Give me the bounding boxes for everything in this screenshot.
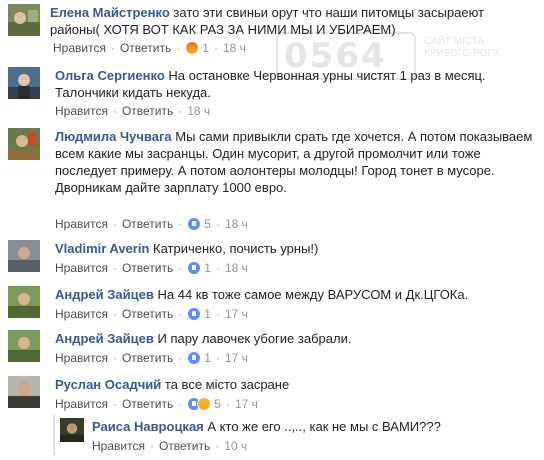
avatar[interactable] <box>8 286 40 318</box>
like-icon[interactable] <box>187 351 202 365</box>
comment-text: А кто же его ..,.., как не мы с ВАМИ??? <box>207 419 441 434</box>
timestamp[interactable]: 18 ч <box>187 104 210 118</box>
separator: · <box>213 41 218 55</box>
reply-button[interactable]: Ответить <box>122 307 173 321</box>
like-button[interactable]: Нравится <box>53 41 106 55</box>
reaction-count[interactable]: 5 <box>204 217 211 231</box>
separator: · <box>149 439 154 453</box>
comment-author[interactable]: Ольга Сергиенко <box>55 68 165 83</box>
separator: · <box>215 307 220 321</box>
comment-text: И пару лавочек убогие забрали. <box>157 331 352 346</box>
timestamp[interactable]: 17 ч <box>235 397 258 411</box>
comment-author[interactable]: Андрей Зайцев <box>55 331 154 346</box>
sad-icon[interactable] <box>197 397 212 411</box>
separator: · <box>178 397 183 411</box>
reaction-count[interactable]: 5 <box>214 397 221 411</box>
reply-thread-line <box>53 415 55 455</box>
separator: · <box>112 351 117 365</box>
comment-actions: Нравится · Ответить · 5 · 17 ч <box>55 396 258 412</box>
separator: · <box>112 104 117 118</box>
like-icon[interactable] <box>187 217 202 231</box>
comment-text: На 44 кв тоже самое между ВАРУСОМ и Дк.Ц… <box>157 287 469 302</box>
timestamp[interactable]: 18 ч <box>223 41 246 55</box>
reply-button[interactable]: Ответить <box>122 217 173 231</box>
separator: · <box>112 261 117 275</box>
separator: · <box>110 41 115 55</box>
like-button[interactable]: Нравится <box>55 307 108 321</box>
comment-actions: Нравится · Ответить · 1 · 17 ч <box>55 306 248 322</box>
separator: · <box>176 41 181 55</box>
like-button[interactable]: Нравится <box>55 397 108 411</box>
comment-actions: Нравится · Ответить · 18 ч <box>55 103 210 119</box>
reaction-count[interactable]: 1 <box>204 261 211 275</box>
watermark-line-2: КРИВОГО РОГУ <box>424 48 500 59</box>
like-button[interactable]: Нравится <box>55 104 108 118</box>
comment-author[interactable]: Vladimir Averin <box>55 241 149 256</box>
separator: · <box>215 439 220 453</box>
comment-author[interactable]: Руслан Осадчий <box>55 377 161 392</box>
reply-button[interactable]: Ответить <box>122 397 173 411</box>
reaction-count[interactable]: 1 <box>204 351 211 365</box>
comment-text: Катриченко, почисть урны!) <box>153 241 319 256</box>
avatar[interactable] <box>8 4 40 36</box>
separator: · <box>215 351 220 365</box>
separator: · <box>215 261 220 275</box>
separator: · <box>178 351 183 365</box>
separator: · <box>178 307 183 321</box>
separator: · <box>112 307 117 321</box>
comment-author[interactable]: Андрей Зайцев <box>55 287 154 302</box>
reply-button[interactable]: Ответить <box>122 261 173 275</box>
reaction-count[interactable]: 1 <box>204 307 211 321</box>
avatar[interactable] <box>8 330 40 362</box>
timestamp[interactable]: 18 ч <box>225 217 248 231</box>
angry-icon[interactable] <box>185 41 200 55</box>
separator: · <box>215 217 220 231</box>
separator: · <box>178 104 183 118</box>
comment-text: та все місто засране <box>164 377 290 392</box>
comment-actions: Нравится · Ответить · 1 · 17 ч <box>55 350 248 366</box>
avatar[interactable] <box>8 240 40 272</box>
separator: · <box>112 217 117 231</box>
comment-actions: Нравится · Ответить · 5 · 18 ч <box>55 216 248 232</box>
avatar[interactable] <box>60 418 84 442</box>
comment-author[interactable]: Людмила Чучвага <box>55 129 172 144</box>
like-icon[interactable] <box>187 261 202 275</box>
separator: · <box>178 217 183 231</box>
separator: · <box>225 397 230 411</box>
timestamp[interactable]: 18 ч <box>225 261 248 275</box>
separator: · <box>178 261 183 275</box>
like-button[interactable]: Нравится <box>55 351 108 365</box>
avatar[interactable] <box>8 67 40 99</box>
timestamp[interactable]: 17 ч <box>225 307 248 321</box>
like-button[interactable]: Нравится <box>55 261 108 275</box>
reply-button[interactable]: Ответить <box>122 104 173 118</box>
like-button[interactable]: Нравится <box>55 217 108 231</box>
comment-author[interactable]: Елена Майстренко <box>50 5 170 20</box>
reaction-count[interactable]: 1 <box>202 41 209 55</box>
like-button[interactable]: Нравится <box>92 439 145 453</box>
timestamp[interactable]: 10 ч <box>224 439 247 453</box>
separator: · <box>112 397 117 411</box>
watermark-caption: САЙТ МІСТА КРИВОГО РОГУ <box>424 36 499 60</box>
reply-button[interactable]: Ответить <box>159 439 210 453</box>
comment-actions: Нравится · Ответить · 1 · 18 ч <box>53 40 246 56</box>
avatar[interactable] <box>8 128 40 160</box>
avatar[interactable] <box>8 376 40 408</box>
reply-button[interactable]: Ответить <box>122 351 173 365</box>
timestamp[interactable]: 17 ч <box>225 351 248 365</box>
comment-actions: Нравится · Ответить · 10 ч <box>92 438 247 454</box>
like-icon[interactable] <box>187 307 202 321</box>
comment-actions: Нравится · Ответить · 1 · 18 ч <box>55 260 248 276</box>
comment-author[interactable]: Раиса Навроцкая <box>92 419 204 434</box>
reply-button[interactable]: Ответить <box>120 41 171 55</box>
